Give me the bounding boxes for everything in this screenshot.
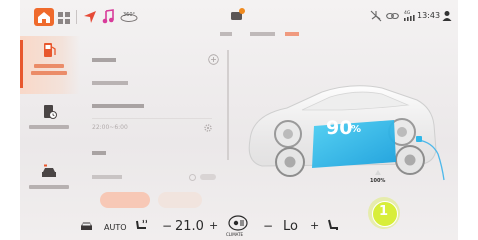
signal-4g-icon: 4G [404, 10, 415, 21]
toggle-switch[interactable] [200, 174, 216, 180]
setting-label-1 [92, 58, 116, 62]
fuel-pump-icon [44, 43, 56, 57]
link-icon [386, 12, 399, 20]
setting-label-3 [92, 104, 144, 108]
time-range: 22:00~6:00 [92, 124, 128, 131]
tab-3-active[interactable] [285, 32, 299, 36]
temp-left-value: 21.0 [175, 219, 204, 234]
sidebar-item-schedule[interactable] [20, 96, 80, 154]
sidebar-item-charging[interactable] [20, 36, 80, 94]
car-battery-icon [42, 164, 56, 177]
active-indicator [20, 40, 23, 88]
battery-percent-sign: % [351, 124, 362, 135]
temp-left-increase[interactable]: + [209, 219, 218, 232]
car-visualization [248, 85, 445, 181]
climate-bar: AUTO − 21.0 + CLIMATE − Lo + 1 [20, 197, 458, 240]
sidebar-label-blur [29, 185, 69, 189]
climate-fan-icon[interactable] [228, 215, 248, 231]
message-notification-icon[interactable] [230, 7, 246, 23]
climate-label: CLIMATE [226, 232, 244, 237]
seat-icon[interactable] [327, 219, 339, 232]
charge-target-marker[interactable] [375, 170, 381, 175]
sidebar-label-blur [34, 64, 64, 68]
setting-label-2 [92, 81, 128, 85]
status-divider [76, 10, 77, 24]
sidebar-label-blur [31, 71, 67, 75]
settings-panel: 22:00~6:00 [82, 36, 232, 212]
clock: 13:43 [417, 11, 441, 20]
sidebar-label-blur [29, 125, 69, 129]
schedule-icon [44, 105, 57, 119]
music-icon[interactable] [102, 9, 114, 24]
info-icon[interactable] [189, 174, 196, 181]
battery-percent: 90 [326, 117, 353, 139]
seat-heat-icon[interactable] [134, 219, 150, 233]
home-icon[interactable] [34, 8, 54, 26]
climate-mode[interactable]: AUTO [104, 223, 127, 232]
sidebar [20, 36, 80, 212]
tab-2[interactable] [250, 32, 275, 36]
status-bar: 360° 4G 13:43 [20, 0, 458, 36]
setting-label-4 [92, 151, 106, 155]
charge-target-label: 100% [370, 178, 386, 184]
temp-right-increase[interactable]: + [310, 219, 319, 232]
car-icon[interactable] [80, 221, 93, 231]
fan-off-icon [370, 10, 382, 22]
360-camera-icon[interactable]: 360° [120, 9, 138, 23]
user-profile-icon[interactable] [442, 10, 452, 22]
charging-port-icon [416, 136, 422, 142]
signal-label: 4G [404, 10, 411, 16]
temp-left-decrease[interactable]: − [162, 219, 172, 233]
temp-right-value: Lo [283, 219, 298, 234]
add-icon[interactable] [208, 54, 219, 65]
panel-divider [92, 118, 212, 119]
step-marker-number: 1 [379, 204, 389, 219]
apps-grid-icon[interactable] [57, 11, 71, 25]
charging-screen: 360° 4G 13:43 22:00~6:00 90 % 100% AUTO … [20, 0, 458, 240]
navigation-icon[interactable] [83, 10, 97, 24]
setting-label-5 [92, 175, 122, 179]
svg-text:360°: 360° [123, 12, 136, 18]
panel-scrollbar[interactable] [227, 50, 229, 160]
temp-right-decrease[interactable]: − [263, 219, 273, 233]
gear-icon[interactable] [203, 123, 213, 133]
